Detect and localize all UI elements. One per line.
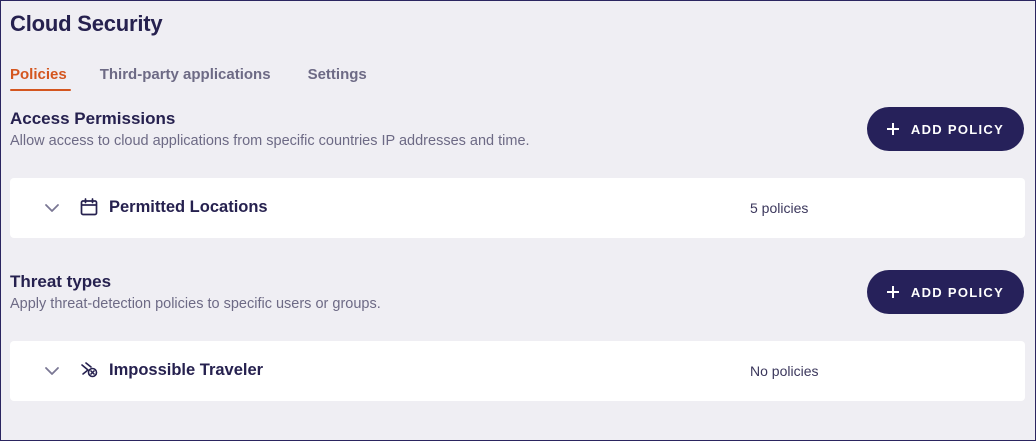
section-title: Threat types bbox=[10, 272, 112, 291]
plus-icon bbox=[886, 123, 899, 135]
traveler-icon bbox=[81, 362, 98, 378]
app-frame: Cloud Security Policies Third-party appl… bbox=[0, 0, 1036, 441]
tab-policies[interactable]: Policies bbox=[10, 63, 71, 91]
plus-icon bbox=[886, 286, 899, 298]
card-title: Permitted Locations bbox=[109, 198, 268, 216]
section-description: Allow access to cloud applications from … bbox=[10, 133, 530, 149]
tab-settings[interactable]: Settings bbox=[308, 63, 367, 91]
add-policy-button-threat[interactable]: ADD POLICY bbox=[867, 270, 1024, 314]
add-policy-label: ADD POLICY bbox=[910, 284, 1005, 300]
policy-count: 5 policies bbox=[750, 200, 809, 216]
card-title: Impossible Traveler bbox=[109, 361, 264, 379]
section-title: Access Permissions bbox=[10, 109, 176, 128]
add-policy-label: ADD POLICY bbox=[910, 121, 1005, 137]
chevron-down-icon[interactable] bbox=[44, 363, 60, 379]
tab-third-party-applications[interactable]: Third-party applications bbox=[100, 63, 271, 91]
calendar-icon bbox=[80, 198, 98, 216]
policy-count: No policies bbox=[750, 363, 819, 379]
section-description: Apply threat-detection policies to speci… bbox=[10, 296, 381, 312]
access-permissions-header: Access Permissions Allow access to cloud… bbox=[10, 109, 530, 149]
chevron-down-icon[interactable] bbox=[44, 200, 60, 216]
policy-card-permitted-locations[interactable]: Permitted Locations 5 policies bbox=[10, 178, 1025, 238]
threat-types-header: Threat types Apply threat-detection poli… bbox=[10, 272, 381, 312]
tab-bar: Policies Third-party applications Settin… bbox=[10, 63, 404, 91]
page-title: Cloud Security bbox=[10, 11, 163, 36]
add-policy-button-access[interactable]: ADD POLICY bbox=[867, 107, 1024, 151]
policy-card-impossible-traveler[interactable]: Impossible Traveler No policies bbox=[10, 341, 1025, 401]
